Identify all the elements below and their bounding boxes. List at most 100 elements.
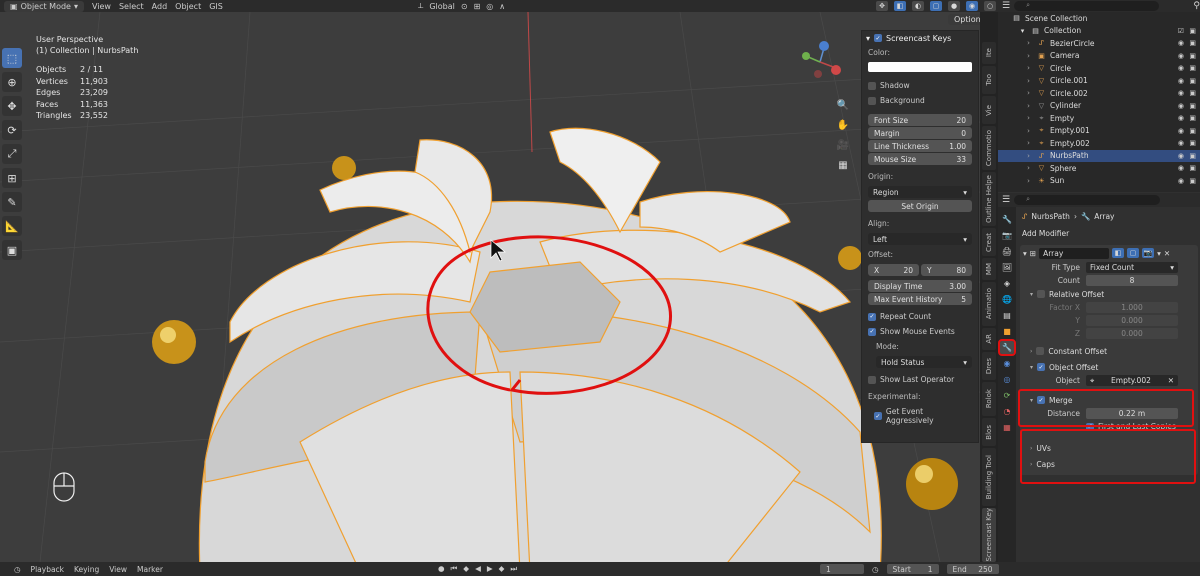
scene-tab-icon[interactable]: ◈ <box>1000 277 1014 290</box>
prev-key-icon[interactable]: ◆ <box>463 564 469 574</box>
constant-offset-subpanel[interactable]: › Constant Offset <box>1020 344 1198 358</box>
eye-icon[interactable]: ◉ <box>1178 139 1184 147</box>
screencast-enable-checkbox[interactable]: ✓ <box>874 34 883 42</box>
camera-icon[interactable]: ▣ <box>1189 77 1196 85</box>
checkbox[interactable] <box>868 375 876 384</box>
record-icon[interactable]: ● <box>438 564 445 574</box>
outliner-item[interactable]: › ▣ Camera ◉ ▣ <box>998 50 1200 63</box>
camera-icon[interactable]: ▣ <box>1189 139 1196 147</box>
chevron-right-icon[interactable]: › <box>1024 39 1033 48</box>
end-frame-field[interactable]: End 250 <box>946 564 999 574</box>
tab-mm[interactable]: MM <box>982 258 996 280</box>
chevron-right-icon[interactable]: › <box>1024 151 1033 160</box>
camera-icon[interactable]: ▣ <box>1189 164 1196 172</box>
background-toggle[interactable]: Background <box>862 93 978 108</box>
tab-dres[interactable]: Dres <box>982 352 996 380</box>
checkbox[interactable]: ✓ <box>874 412 882 420</box>
camera-icon[interactable]: ▣ <box>1189 89 1196 97</box>
checkbox[interactable]: ✓ <box>1037 363 1046 371</box>
object-tab-icon[interactable]: ■ <box>1000 325 1014 338</box>
shadow-toggle[interactable]: Shadow <box>862 78 978 93</box>
dropdown-icon[interactable]: ▾ <box>1157 249 1161 258</box>
checkbox[interactable] <box>868 81 876 90</box>
chevron-right-icon[interactable]: › <box>1024 176 1033 185</box>
menu-playback[interactable]: Playback <box>31 565 64 574</box>
proportional-icon[interactable]: ◎ <box>486 2 493 11</box>
offset-object-field[interactable]: ⌖ Empty.002 ✕ <box>1086 375 1178 386</box>
close-icon[interactable]: ✕ <box>1164 249 1170 258</box>
camera-icon[interactable]: ▣ <box>1189 152 1196 160</box>
get-event-aggressively-toggle[interactable]: ✓ Get Event Aggressively <box>862 404 978 428</box>
overlay-icon[interactable]: ◐ <box>912 1 924 11</box>
menu-marker[interactable]: Marker <box>137 565 163 574</box>
camera-icon[interactable]: ▣ <box>1189 52 1196 60</box>
outliner-item[interactable]: › ᔑ BezierCircle ◉ ▣ <box>998 37 1200 50</box>
offset-x-field[interactable]: X 20 <box>868 264 919 276</box>
mode-dropdown[interactable]: Hold Status ▾ <box>876 356 972 368</box>
chevron-right-icon[interactable]: › <box>1024 64 1033 73</box>
jump-start-icon[interactable]: ⏮ <box>451 564 458 574</box>
snap-icon[interactable]: ⊞ <box>474 2 481 11</box>
pan-hand-icon[interactable]: ✋ <box>834 120 852 134</box>
current-frame-field[interactable]: 1 <box>820 564 864 574</box>
tab-blos[interactable]: Blos <box>982 418 996 446</box>
menu-view[interactable]: View <box>109 565 127 574</box>
start-frame-field[interactable]: Start 1 <box>886 564 939 574</box>
add-modifier-dropdown[interactable]: Add Modifier <box>1018 225 1200 241</box>
tab-create[interactable]: Creat <box>982 228 996 256</box>
factor-z-field[interactable]: 0.000 <box>1086 328 1178 339</box>
particles-tab-icon[interactable]: ◉ <box>1000 357 1014 370</box>
editor-type-icon[interactable]: ☰ <box>1002 1 1010 11</box>
relative-offset-subpanel[interactable]: ▾ Relative Offset <box>1020 287 1198 301</box>
render-display-icon[interactable]: 📷 <box>1142 248 1155 258</box>
camera-icon[interactable]: ▣ <box>1189 64 1196 72</box>
factor-x-field[interactable]: 1.000 <box>1086 302 1178 313</box>
zoom-icon[interactable]: 🔍 <box>834 100 852 114</box>
camera-icon[interactable]: ▣ <box>1189 39 1196 47</box>
select-box-icon[interactable]: ⬚ <box>2 48 22 68</box>
output-tab-icon[interactable]: 🖨 <box>1000 245 1014 258</box>
tab-rolok[interactable]: Rolok <box>982 382 996 416</box>
editor-type-icon[interactable]: ◷ <box>14 565 21 574</box>
chevron-right-icon[interactable]: › <box>1024 139 1033 148</box>
object-offset-subpanel[interactable]: ▾ ✓ Object Offset <box>1020 360 1198 374</box>
add-cube-icon[interactable]: ▣ <box>2 240 22 260</box>
chevron-right-icon[interactable]: › <box>1024 114 1033 123</box>
count-field[interactable]: 8 <box>1086 275 1178 286</box>
menu-view[interactable]: View <box>92 2 111 11</box>
clock-icon[interactable]: ◷ <box>872 565 879 574</box>
eye-icon[interactable]: ◉ <box>1178 114 1184 122</box>
margin-field[interactable]: Margin 0 <box>868 127 972 139</box>
falloff-icon[interactable]: ∧ <box>499 2 505 11</box>
menu-keying[interactable]: Keying <box>74 565 99 574</box>
align-dropdown[interactable]: Left ▾ <box>868 233 972 245</box>
show-mouse-events-toggle[interactable]: ✓ Show Mouse Events <box>862 324 978 339</box>
scale-icon[interactable]: ⤢ <box>2 144 22 164</box>
next-key-icon[interactable]: ◆ <box>499 564 505 574</box>
display-time-field[interactable]: Display Time 3.00 <box>868 280 972 292</box>
outliner-item[interactable]: › ▽ Circle.002 ◉ ▣ <box>998 87 1200 100</box>
tool-tab-icon[interactable]: 🔧 <box>1000 213 1014 226</box>
font-size-field[interactable]: Font Size 20 <box>868 114 972 126</box>
outliner-item[interactable]: › ⌖ Empty.002 ◉ ▣ <box>998 137 1200 150</box>
edit-mode-icon[interactable]: ◧ <box>1112 248 1125 258</box>
tab-commotion[interactable]: Commotio <box>982 126 996 170</box>
cursor-icon[interactable]: ⊕ <box>2 72 22 92</box>
filter-icon[interactable]: ⚲ <box>1193 1 1200 11</box>
chevron-right-icon[interactable]: › <box>1024 76 1033 85</box>
rendered-shading-icon[interactable]: ○ <box>984 1 996 11</box>
collection-row[interactable]: ▾ ▤ Collection ☑ ▣ <box>998 25 1200 38</box>
chevron-right-icon[interactable]: › <box>1024 51 1033 60</box>
constraints-tab-icon[interactable]: ⟳ <box>1000 389 1014 402</box>
render-tab-icon[interactable]: 📷 <box>1000 229 1014 242</box>
origin-dropdown[interactable]: Region ▾ <box>868 186 972 198</box>
max-event-history-field[interactable]: Max Event History 5 <box>868 293 972 305</box>
tab-tool[interactable]: Too <box>982 66 996 94</box>
camera-icon[interactable]: ▣ <box>1189 177 1196 185</box>
checkbox[interactable]: ✓ <box>868 312 876 321</box>
chevron-right-icon[interactable]: › <box>1024 89 1033 98</box>
show-last-operator-toggle[interactable]: Show Last Operator <box>862 372 978 387</box>
material-shading-icon[interactable]: ◉ <box>966 1 978 11</box>
panel-header[interactable]: ▾ ✓ Screencast Keys <box>862 31 978 45</box>
rotate-icon[interactable]: ⟳ <box>2 120 22 140</box>
